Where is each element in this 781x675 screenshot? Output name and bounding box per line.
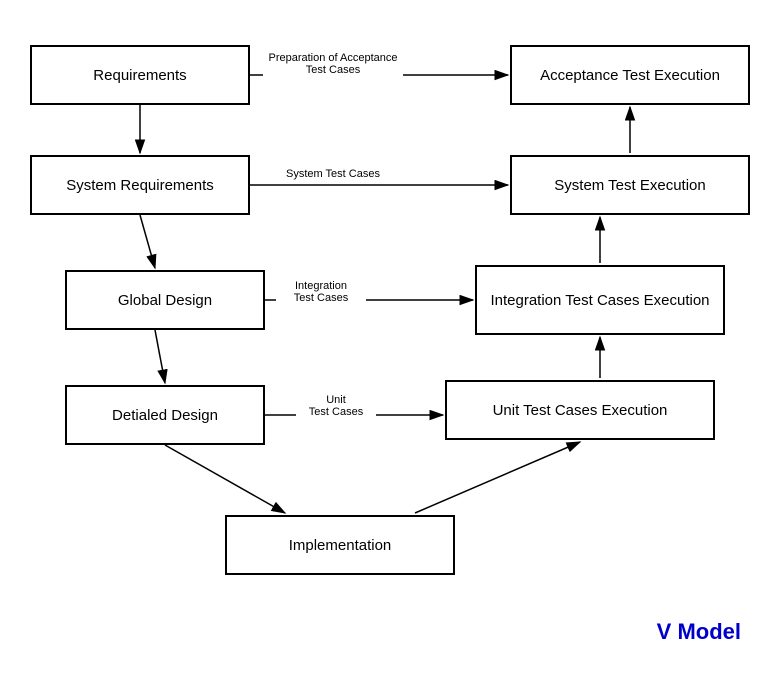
- acceptance-box: Acceptance Test Execution: [510, 45, 750, 105]
- system-test-box: System Test Execution: [510, 155, 750, 215]
- detailed-design-label: Detialed Design: [112, 407, 218, 424]
- detailed-design-box: Detialed Design: [65, 385, 265, 445]
- unit-test-label: Unit Test Cases Execution: [493, 402, 668, 419]
- system-req-label: System Requirements: [66, 177, 214, 194]
- unit-test-box: Unit Test Cases Execution: [445, 380, 715, 440]
- acceptance-label: Acceptance Test Execution: [540, 67, 720, 84]
- requirements-box: Requirements: [30, 45, 250, 105]
- global-design-box: Global Design: [65, 270, 265, 330]
- v-model-diagram: Requirements Acceptance Test Execution S…: [0, 0, 781, 675]
- integration-test-cases-label: IntegrationTest Cases: [276, 280, 366, 304]
- global-design-label: Global Design: [118, 292, 212, 309]
- implementation-label: Implementation: [289, 537, 392, 554]
- system-req-box: System Requirements: [30, 155, 250, 215]
- requirements-label: Requirements: [93, 67, 186, 84]
- integration-test-box: Integration Test Cases Execution: [475, 265, 725, 335]
- system-test-label: System Test Execution: [554, 177, 705, 194]
- unit-test-cases-label: UnitTest Cases: [296, 394, 376, 418]
- vmodel-title: V Model: [657, 619, 741, 645]
- system-test-cases-label: System Test Cases: [268, 168, 398, 180]
- implementation-box: Implementation: [225, 515, 455, 575]
- integration-test-label: Integration Test Cases Execution: [490, 292, 709, 309]
- prep-acceptance-label: Preparation of Acceptance Test Cases: [263, 52, 403, 76]
